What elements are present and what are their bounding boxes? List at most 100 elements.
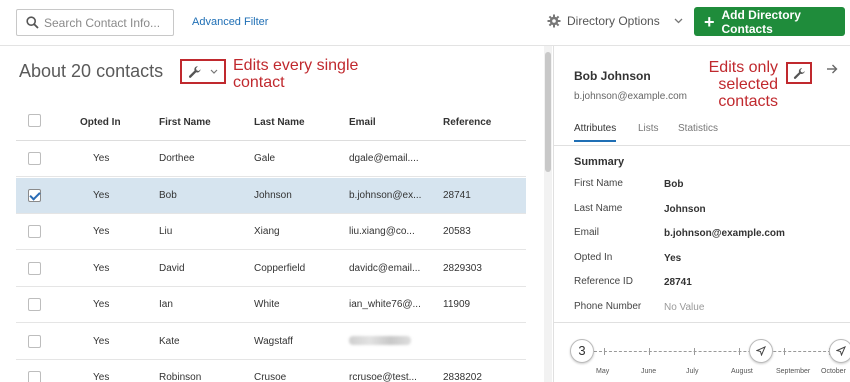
directory-options-menu[interactable]: Directory Options (547, 14, 683, 28)
field-label: Email (574, 227, 600, 239)
field-value: b.johnson@example.com (664, 228, 785, 240)
cell-first-name: David (159, 262, 185, 274)
column-header-email[interactable]: Email (349, 117, 376, 128)
field-value: Yes (664, 252, 682, 264)
cell-opted-in: Yes (93, 189, 110, 201)
search-icon (26, 16, 39, 29)
redacted-email (349, 335, 411, 345)
cell-first-name: Liu (159, 226, 173, 237)
send-icon (836, 346, 846, 356)
tab-attributes[interactable]: Attributes (574, 123, 617, 142)
cell-last-name: Johnson (254, 189, 292, 201)
cell-reference: 2838202 (443, 372, 482, 382)
tab-lists[interactable]: Lists (638, 123, 659, 134)
add-directory-contacts-label: Add Directory Contacts (721, 7, 801, 36)
scrollbar-thumb[interactable] (545, 52, 551, 172)
search-box[interactable] (16, 9, 174, 36)
table-row[interactable]: Yes Liu Xiang liu.xiang@co... 20583 (16, 214, 526, 250)
add-directory-contacts-button[interactable]: + Add Directory Contacts (694, 7, 845, 36)
table-row[interactable]: Yes Robinson Crusoe rcrusoe@test... 2838202 (16, 360, 526, 382)
timeline-tick (649, 348, 650, 355)
timeline-event-marker[interactable] (829, 339, 850, 363)
detail-tabs: Attributes Lists Statistics (554, 120, 850, 146)
chevron-down-icon (674, 18, 683, 24)
tab-statistics[interactable]: Statistics (678, 123, 718, 134)
directory-options-label: Directory Options (567, 14, 660, 28)
table-row[interactable]: Yes David Copperfield davidc@email... 282930… (16, 251, 526, 287)
cell-email: davidc@email... (349, 262, 421, 274)
cell-first-name: Kate (159, 335, 180, 347)
cell-email: rcrusoe@test... (349, 372, 417, 382)
advanced-filter-link[interactable]: Advanced Filter (192, 16, 268, 28)
cell-email: dgale@email.... (349, 153, 419, 164)
cell-first-name: Bob (159, 189, 177, 201)
contact-detail-pane: Bob Johnson b.johnson@example.com Edits … (553, 46, 850, 382)
row-checkbox[interactable] (28, 371, 41, 382)
timeline-count-badge[interactable]: 3 (570, 339, 594, 363)
column-header-first-name[interactable]: First Name (159, 117, 211, 128)
cell-opted-in: Yes (93, 335, 110, 347)
row-checkbox[interactable] (28, 334, 41, 348)
edit-contact-tools-button[interactable] (786, 62, 812, 84)
cell-last-name: Crusoe (254, 372, 287, 382)
timeline-tick (694, 348, 695, 355)
cell-last-name: Xiang (254, 226, 280, 237)
select-all-checkbox[interactable] (28, 114, 41, 127)
timeline-tick (784, 348, 785, 355)
cell-opted-in: Yes (93, 153, 110, 164)
table-header: Opted In First Name Last Name Email Refe… (16, 103, 526, 141)
summary-heading: Summary (574, 156, 625, 168)
cell-last-name: Gale (254, 153, 276, 164)
field-label: Last Name (574, 202, 623, 214)
field-label: Reference ID (574, 276, 633, 288)
table-row[interactable]: Yes Bob Johnson b.johnson@ex... 28741 (16, 177, 526, 214)
table-row[interactable]: Yes Kate Wagstaff (16, 324, 526, 360)
wrench-icon (793, 67, 805, 79)
timeline-month-label: October (821, 368, 846, 375)
cell-first-name: Ian (159, 299, 173, 310)
wrench-icon (188, 65, 201, 78)
table-row[interactable]: Yes Dorthee Gale dgale@email.... (16, 141, 526, 177)
cell-last-name: White (254, 299, 280, 310)
field-label: First Name (574, 178, 623, 189)
cell-last-name: Wagstaff (254, 335, 293, 347)
activity-timeline: 3 May June July August September October (554, 322, 850, 382)
annotation-edits-selected: Edits only selected contacts (708, 59, 778, 110)
row-checkbox[interactable] (28, 298, 41, 311)
column-header-opted-in[interactable]: Opted In (80, 117, 121, 128)
field-value: Johnson (664, 203, 706, 215)
search-input[interactable] (44, 14, 170, 32)
contacts-list-pane: About 20 contacts Edits every single con… (0, 46, 542, 382)
row-checkbox[interactable] (28, 152, 41, 165)
cell-email (349, 335, 411, 348)
cell-reference: 20583 (443, 226, 471, 237)
cell-email: ian_white76@... (349, 299, 421, 310)
cell-first-name: Dorthee (159, 153, 195, 164)
contact-name: Bob Johnson (574, 69, 651, 83)
chevron-down-icon (210, 69, 218, 74)
column-header-reference[interactable]: Reference (443, 117, 491, 128)
field-value: 28741 (664, 277, 692, 289)
row-checkbox[interactable] (28, 261, 41, 275)
cell-reference: 11909 (443, 299, 471, 310)
plus-icon: + (704, 11, 715, 32)
cell-first-name: Robinson (159, 372, 202, 382)
timeline-month-label: July (686, 368, 699, 375)
row-checkbox[interactable] (28, 188, 41, 202)
field-value: No Value (664, 302, 705, 313)
cell-reference: 28741 (443, 189, 471, 201)
column-header-last-name[interactable]: Last Name (254, 117, 305, 128)
cell-reference: 2829303 (443, 262, 482, 274)
cell-email: liu.xiang@co... (349, 226, 415, 237)
table-row[interactable]: Yes Ian White ian_white76@... 11909 (16, 287, 526, 323)
field-label: Opted In (574, 251, 613, 263)
row-checkbox[interactable] (28, 225, 41, 238)
bulk-edit-tools-button[interactable] (180, 59, 226, 84)
annotation-edits-all: Edits every single contact (233, 57, 359, 91)
arrow-right-icon[interactable] (826, 63, 838, 75)
list-scrollbar[interactable] (544, 46, 552, 382)
send-icon (756, 346, 766, 356)
timeline-event-marker[interactable] (749, 339, 773, 363)
cell-email: b.johnson@ex... (349, 189, 422, 201)
top-toolbar: Advanced Filter Directory Options + Add … (0, 0, 850, 46)
